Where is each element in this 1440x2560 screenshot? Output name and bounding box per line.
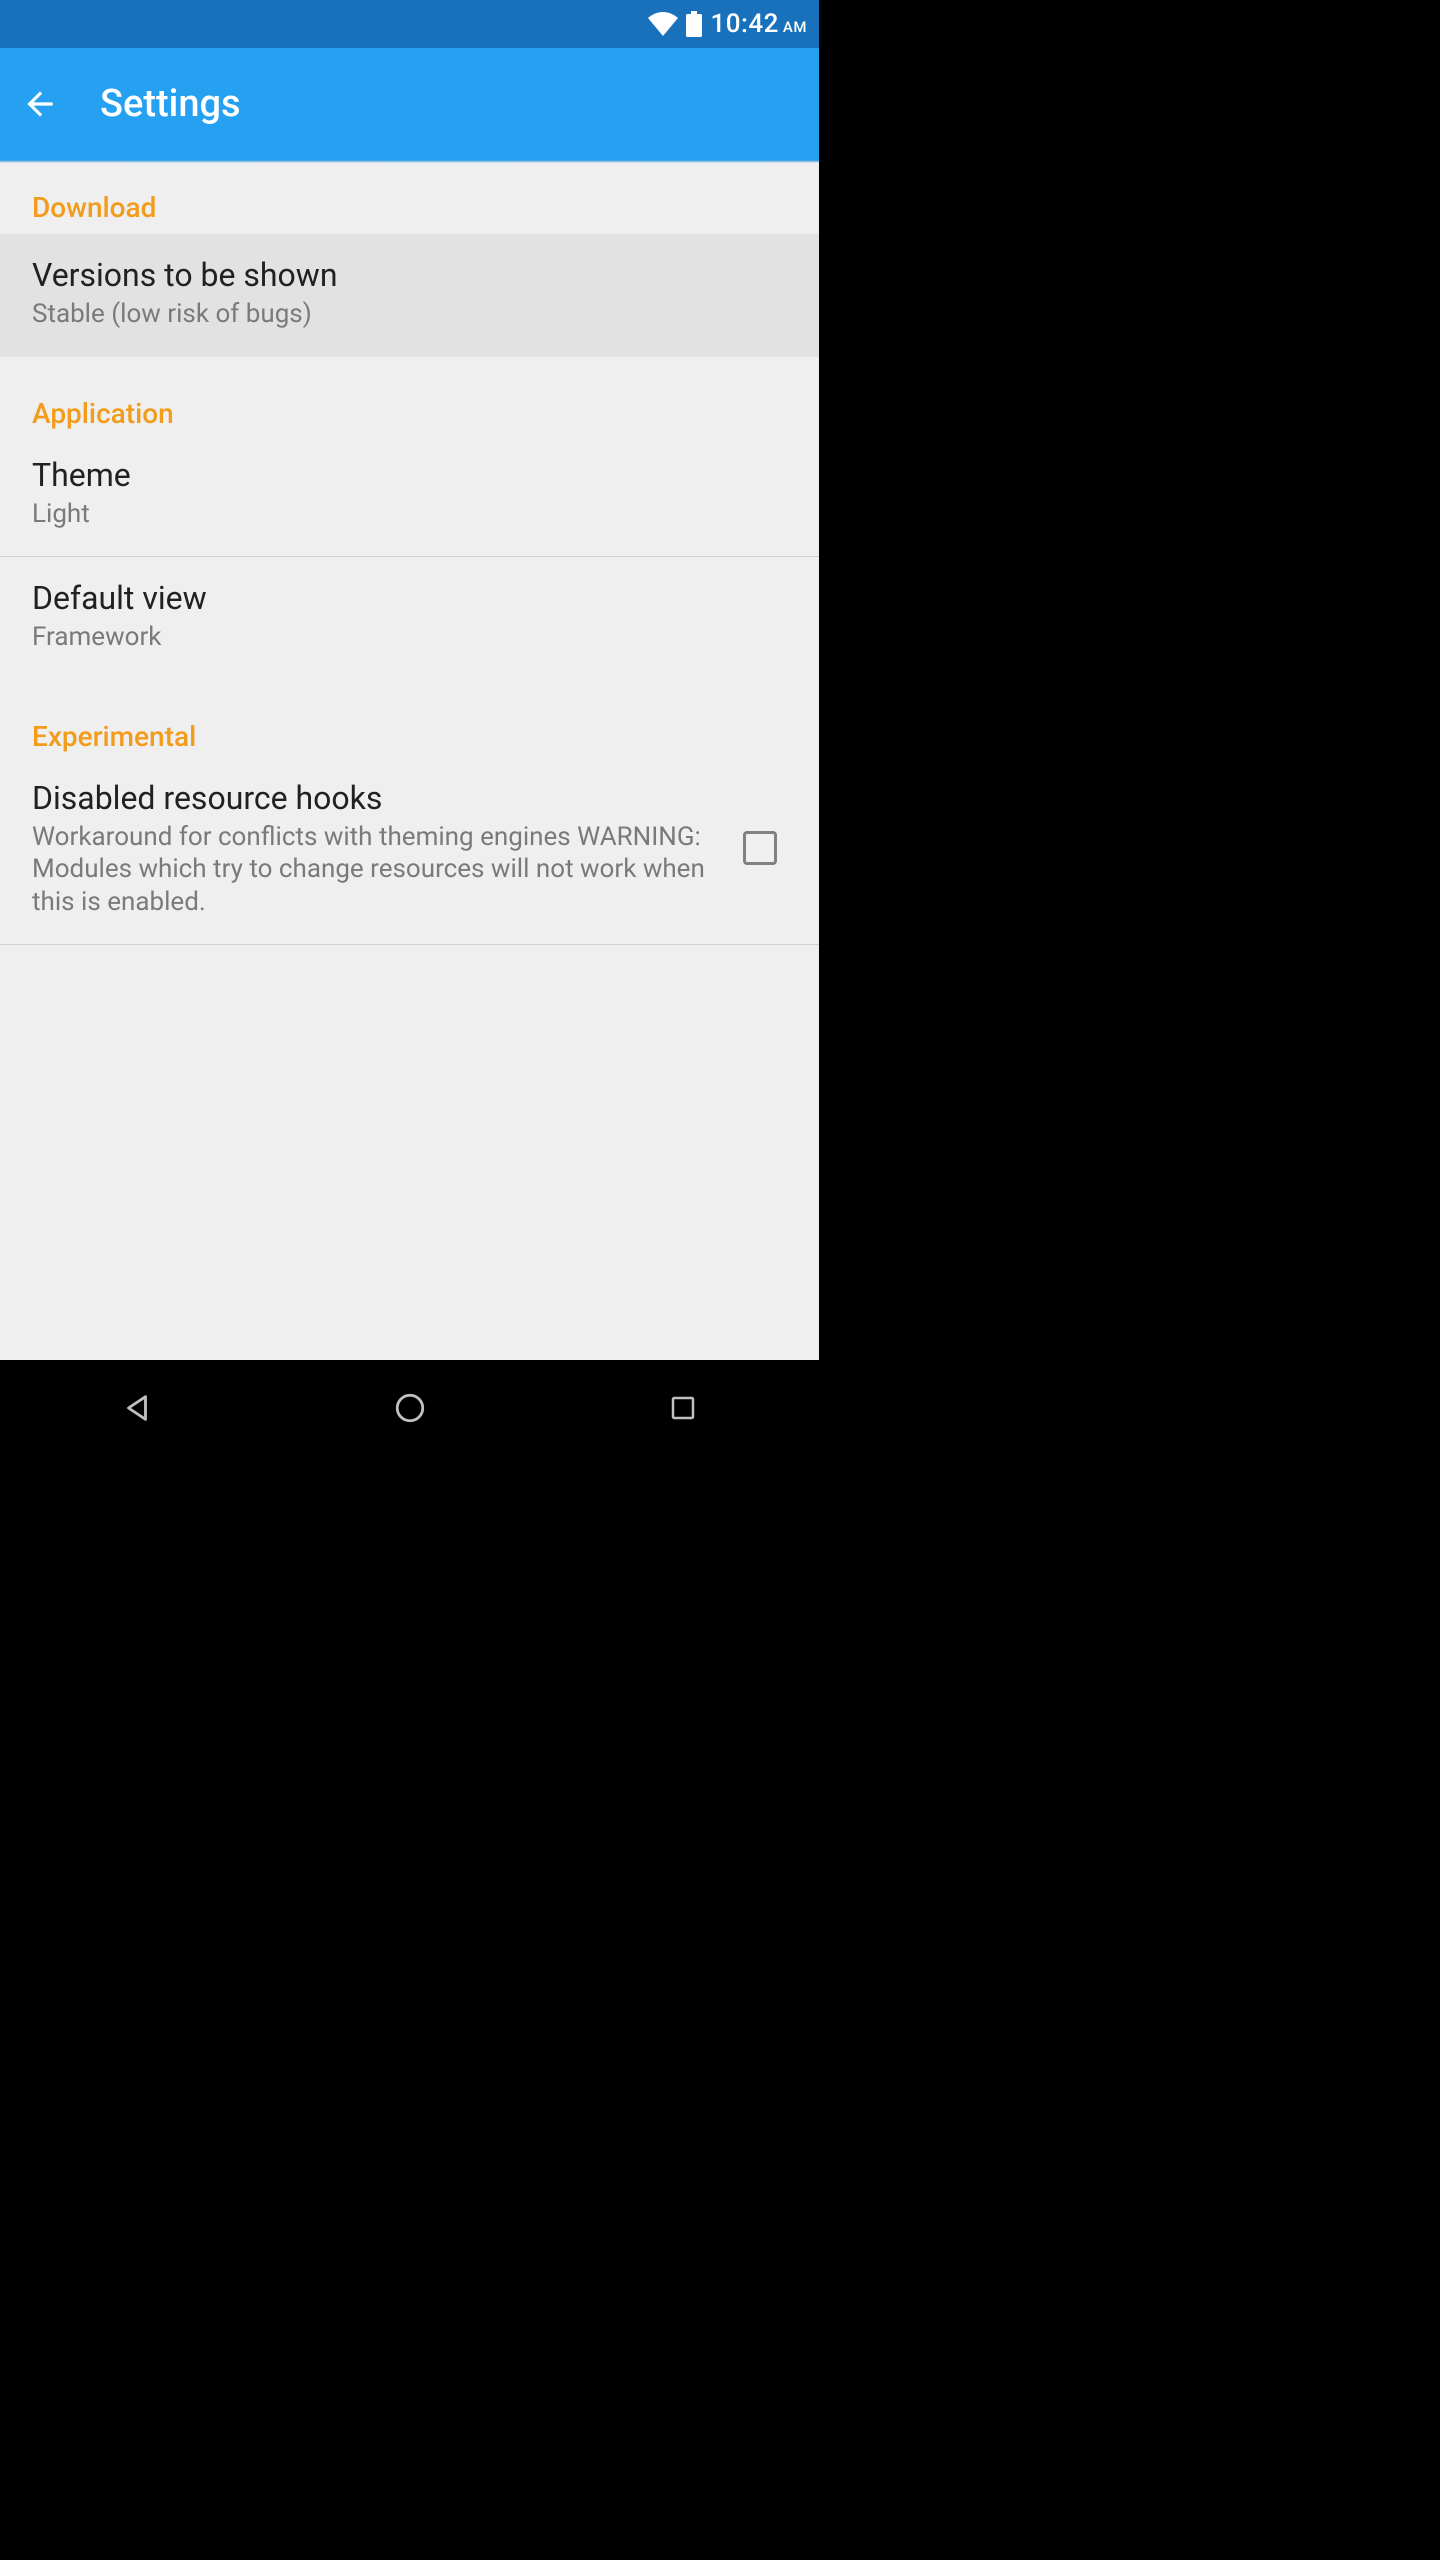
row-theme[interactable]: Theme Light	[0, 434, 819, 557]
nav-back-button[interactable]	[89, 1360, 185, 1456]
row-versions-to-be-shown[interactable]: Versions to be shown Stable (low risk of…	[0, 234, 819, 357]
row-title: Default view	[32, 579, 787, 617]
row-subtitle: Light	[32, 498, 787, 531]
row-default-view[interactable]: Default view Framework	[0, 557, 819, 680]
section-header-download: Download	[0, 163, 819, 228]
status-time-value: 10:42	[710, 9, 778, 39]
appbar: Settings	[0, 48, 819, 163]
row-subtitle: Workaround for conflicts with theming en…	[32, 821, 727, 919]
divider	[0, 944, 819, 945]
square-recent-icon	[668, 1393, 698, 1423]
section-header-application: Application	[0, 357, 819, 434]
row-disabled-resource-hooks[interactable]: Disabled resource hooks Workaround for c…	[0, 757, 819, 945]
row-title: Versions to be shown	[32, 256, 787, 294]
row-subtitle: Stable (low risk of bugs)	[32, 298, 787, 331]
status-time-ampm: AM	[783, 18, 807, 36]
section-header-experimental: Experimental	[0, 680, 819, 757]
screen: 10:42 AM Settings Download Versions to b…	[0, 0, 819, 1456]
circle-home-icon	[393, 1391, 427, 1425]
status-time: 10:42 AM	[710, 9, 807, 39]
arrow-left-icon	[21, 85, 59, 123]
disabled-resource-hooks-checkbox[interactable]	[743, 831, 777, 865]
triangle-back-icon	[120, 1391, 154, 1425]
nav-home-button[interactable]	[362, 1360, 458, 1456]
settings-content[interactable]: Download Versions to be shown Stable (lo…	[0, 163, 819, 1360]
battery-icon	[686, 11, 702, 37]
row-title: Theme	[32, 456, 787, 494]
status-bar: 10:42 AM	[0, 0, 819, 48]
system-nav-bar	[0, 1360, 819, 1456]
wifi-icon	[648, 12, 678, 36]
appbar-shadow	[0, 160, 819, 163]
page-title: Settings	[100, 82, 241, 126]
back-button[interactable]	[16, 80, 64, 128]
row-title: Disabled resource hooks	[32, 779, 727, 817]
row-subtitle: Framework	[32, 621, 787, 654]
nav-recent-button[interactable]	[635, 1360, 731, 1456]
